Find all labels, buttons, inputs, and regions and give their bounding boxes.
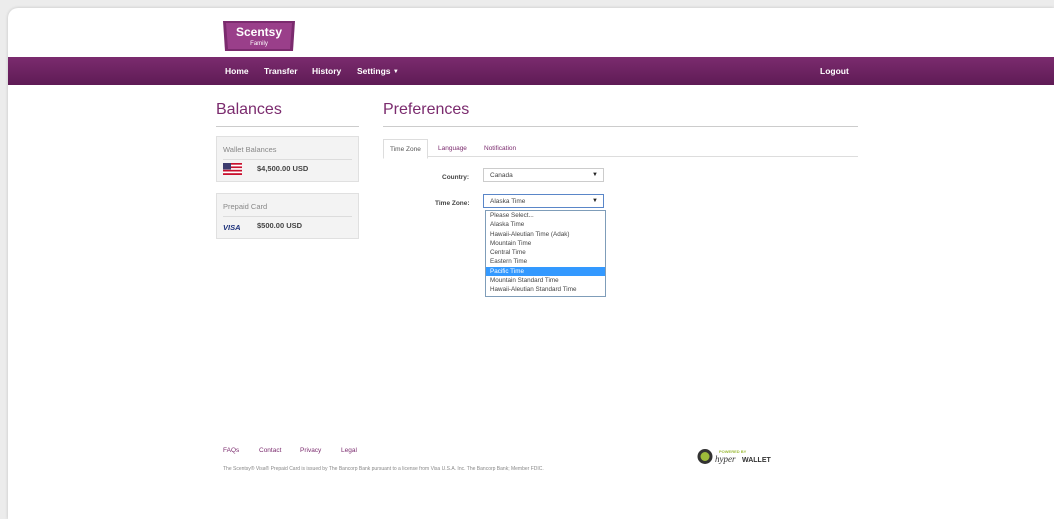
scentsy-logo[interactable]: Scentsy Family: [221, 20, 297, 53]
time-zone-option[interactable]: Eastern Time: [486, 257, 605, 266]
wallet-text: WALLET: [742, 457, 771, 464]
nav-settings-label: Settings: [357, 66, 391, 76]
country-value: Canada: [490, 172, 513, 179]
footer-disclaimer: The Scentsy® Visa® Prepaid Card is issue…: [223, 466, 544, 472]
time-zone-label: Time Zone:: [435, 200, 470, 207]
time-zone-select[interactable]: Alaska Time ▼: [483, 194, 604, 208]
nav-home[interactable]: Home: [225, 66, 249, 76]
footer-link-contact[interactable]: Contact: [259, 447, 281, 454]
card-divider: [223, 159, 352, 160]
prepaid-card: Prepaid Card VISA $500.00 USD: [216, 193, 359, 239]
top-nav: Home Transfer History Settings ▼ Logout: [8, 57, 1054, 85]
browser-page: Scentsy Family Home Transfer History Set…: [8, 8, 1054, 519]
time-zone-option[interactable]: Please Select...: [486, 211, 605, 220]
nav-settings[interactable]: Settings ▼: [357, 66, 399, 76]
country-select[interactable]: Canada ▼: [483, 168, 604, 182]
balances-divider: [216, 126, 359, 127]
time-zone-option[interactable]: Hawaii-Aleutian Standard Time: [486, 285, 605, 294]
footer-link-legal[interactable]: Legal: [341, 447, 357, 454]
time-zone-option-highlighted[interactable]: Pacific Time: [486, 266, 605, 277]
nav-history[interactable]: History: [312, 66, 341, 76]
us-flag-icon: [223, 163, 242, 175]
time-zone-option[interactable]: Mountain Standard Time: [486, 276, 605, 285]
wallet-balance-amount: $4,500.00 USD: [257, 164, 309, 173]
time-zone-option[interactable]: Mountain Time: [486, 239, 605, 248]
logo-title: Scentsy: [236, 25, 282, 39]
time-zone-value: Alaska Time: [490, 198, 526, 205]
time-zone-option[interactable]: Hawaii-Aleutian Time (Adak): [486, 230, 605, 239]
preferences-divider: [383, 126, 858, 127]
nav-logout[interactable]: Logout: [820, 66, 849, 76]
footer-link-faqs[interactable]: FAQs: [223, 447, 239, 454]
balances-title: Balances: [216, 101, 282, 118]
preferences-title: Preferences: [383, 101, 470, 118]
footer-link-privacy[interactable]: Privacy: [300, 447, 321, 454]
chevron-down-icon: ▼: [592, 172, 598, 178]
wallet-balance-card: Wallet Balances $4,500.00 USD: [216, 136, 359, 182]
tab-notification[interactable]: Notification: [484, 145, 516, 152]
tab-time-zone[interactable]: Time Zone: [383, 139, 428, 159]
nav-transfer[interactable]: Transfer: [264, 66, 298, 76]
time-zone-option[interactable]: Alaska Time: [486, 220, 605, 229]
country-label: Country:: [442, 174, 470, 181]
time-zone-dropdown: Please Select... Alaska Time Hawaii-Aleu…: [485, 210, 606, 297]
tab-bar-divider: [383, 156, 858, 157]
caret-down-icon: ▼: [392, 69, 399, 75]
prepaid-card-amount: $500.00 USD: [257, 221, 303, 230]
logo-subtitle: Family: [250, 41, 268, 47]
time-zone-option[interactable]: Central Time: [486, 248, 605, 257]
card-divider: [223, 216, 352, 217]
prepaid-card-title: Prepaid Card: [223, 202, 268, 211]
hyper-text: hyper: [715, 454, 736, 464]
chevron-down-icon: ▼: [592, 198, 598, 204]
visa-logo-icon: VISA: [223, 223, 241, 232]
wallet-balance-title: Wallet Balances: [223, 145, 277, 154]
hyperwallet-logo: POWERED BY hyper WALLET: [697, 449, 771, 464]
tab-language[interactable]: Language: [438, 145, 467, 152]
